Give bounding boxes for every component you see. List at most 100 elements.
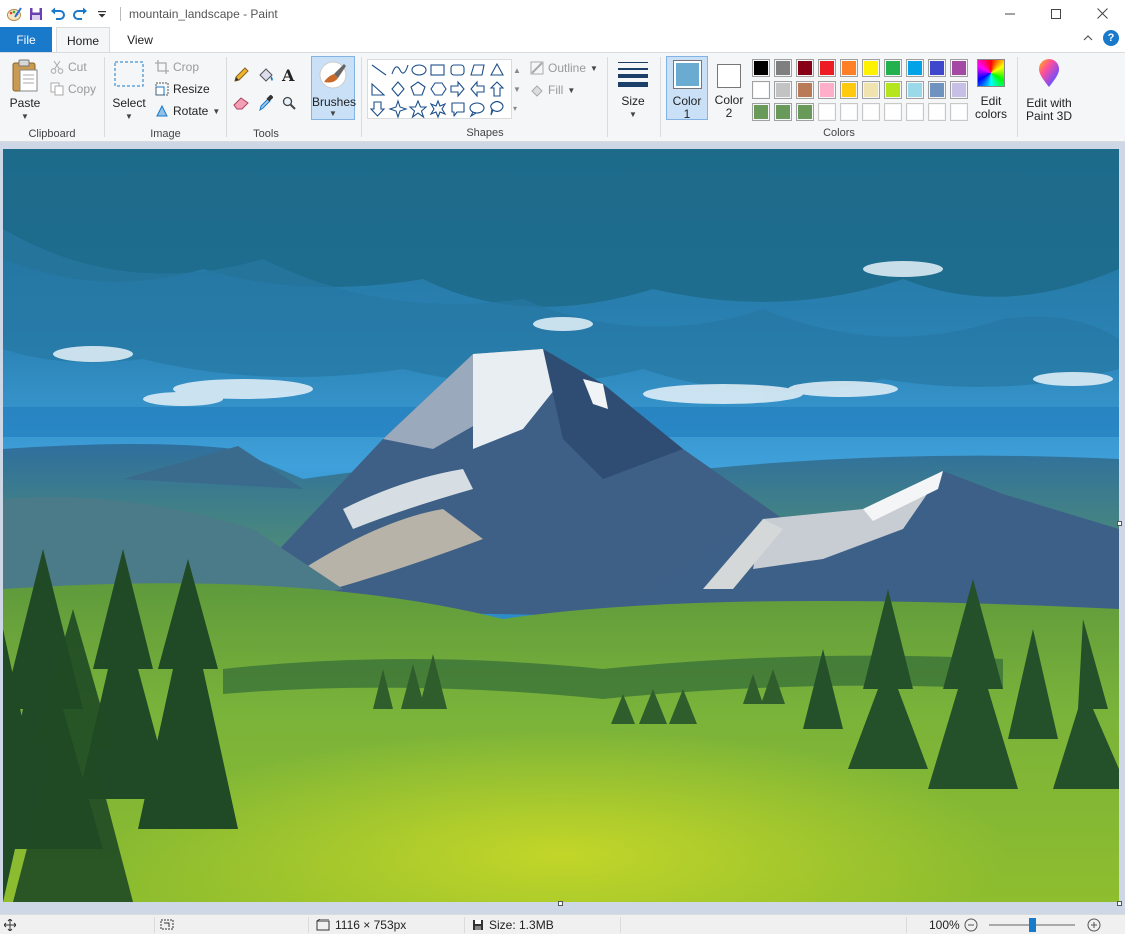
drawing-canvas[interactable]: [3, 149, 1119, 902]
save-icon[interactable]: [26, 4, 46, 24]
crop-icon: [155, 60, 169, 74]
redo-icon[interactable]: [70, 4, 90, 24]
text-tool[interactable]: A: [282, 65, 294, 85]
brushes-button[interactable]: Brushes ▼: [311, 56, 356, 120]
paste-label: Paste: [9, 96, 41, 110]
image-group-label: Image: [150, 128, 181, 140]
brushes-dropdown-icon[interactable]: ▼: [312, 109, 354, 118]
palette-swatch[interactable]: [818, 59, 836, 77]
palette-swatch[interactable]: [840, 59, 858, 77]
paint-app-icon[interactable]: [4, 4, 24, 24]
zoom-out-button[interactable]: [964, 915, 978, 934]
select-dropdown-icon[interactable]: ▼: [125, 110, 133, 123]
palette-swatch[interactable]: [862, 81, 880, 99]
palette-swatch[interactable]: [928, 103, 946, 121]
palette-swatch[interactable]: [796, 103, 814, 121]
cut-button[interactable]: Cut: [50, 57, 87, 77]
palette-swatch-fill: [952, 61, 966, 75]
palette-swatch-fill: [864, 105, 878, 119]
undo-icon[interactable]: [48, 4, 68, 24]
palette-swatch[interactable]: [950, 59, 968, 77]
color2-button[interactable]: Color 2: [709, 56, 749, 120]
rotate-button[interactable]: Rotate ▼: [155, 101, 220, 121]
magnifier-tool[interactable]: [282, 93, 296, 113]
palette-swatch[interactable]: [840, 103, 858, 121]
palette-swatch-fill: [864, 83, 878, 97]
zoom-in-button[interactable]: [1087, 915, 1101, 934]
rotate-dropdown-icon[interactable]: ▼: [212, 107, 220, 116]
palette-swatch[interactable]: [840, 81, 858, 99]
palette-swatch[interactable]: [928, 81, 946, 99]
ribbon-tabs: File Home View ?: [0, 27, 1125, 53]
color1-button[interactable]: Color 1: [666, 56, 708, 121]
edit-colors-button[interactable]: Edit colors: [972, 59, 1010, 121]
palette-swatch[interactable]: [818, 81, 836, 99]
tab-view[interactable]: View: [114, 27, 166, 52]
mountain-landscape-image: [3, 149, 1119, 902]
customize-qat-icon[interactable]: [92, 4, 112, 24]
resize-handle-corner[interactable]: [1117, 901, 1122, 906]
fill-tool[interactable]: [257, 65, 275, 85]
palette-swatch[interactable]: [752, 81, 770, 99]
palette-swatch[interactable]: [796, 81, 814, 99]
palette-swatch-fill: [754, 83, 768, 97]
palette-swatch-fill: [820, 61, 834, 75]
palette-swatch[interactable]: [950, 81, 968, 99]
palette-swatch-fill: [776, 105, 790, 119]
zoom-slider-thumb[interactable]: [1028, 918, 1036, 932]
select-button[interactable]: Select ▼: [111, 59, 147, 123]
shapes-scroll[interactable]: ▲ ▼ ▾: [513, 61, 521, 118]
palette-swatch[interactable]: [884, 81, 902, 99]
select-icon: [114, 61, 144, 87]
fill-dropdown-icon: ▼: [567, 85, 576, 95]
palette-swatch[interactable]: [906, 81, 924, 99]
minimize-icon[interactable]: [987, 0, 1033, 27]
maximize-icon[interactable]: [1033, 0, 1079, 27]
status-bar: 1116 × 753px Size: 1.3MB 100%: [0, 914, 1125, 934]
palette-swatch[interactable]: [818, 103, 836, 121]
palette-swatch-fill: [798, 61, 812, 75]
zoom-level: 100%: [929, 918, 960, 932]
palette-swatch[interactable]: [752, 59, 770, 77]
palette-swatch[interactable]: [884, 103, 902, 121]
palette-swatch[interactable]: [862, 103, 880, 121]
palette-swatch[interactable]: [950, 103, 968, 121]
resize-handle-right[interactable]: [1117, 521, 1122, 526]
size-icon: [618, 62, 648, 87]
zoom-out-icon: [964, 918, 978, 932]
size-dropdown-icon[interactable]: ▼: [629, 108, 637, 121]
ribbon-right-controls: ?: [1083, 30, 1119, 46]
fill-button[interactable]: Fill ▼: [530, 80, 575, 100]
image-group: Select ▼ Crop Resize Rotate ▼ Image: [105, 53, 226, 142]
paste-button[interactable]: Paste ▼: [6, 59, 44, 123]
pencil-tool[interactable]: [233, 65, 249, 85]
palette-swatch[interactable]: [774, 103, 792, 121]
palette-swatch[interactable]: [906, 59, 924, 77]
window-title: mountain_landscape - Paint: [129, 6, 278, 21]
palette-swatch[interactable]: [884, 59, 902, 77]
eraser-tool[interactable]: [233, 93, 249, 113]
resize-handle-bottom[interactable]: [558, 901, 563, 906]
crop-button[interactable]: Crop: [155, 57, 199, 77]
tab-file[interactable]: File: [0, 27, 52, 52]
palette-swatch[interactable]: [928, 59, 946, 77]
palette-swatch[interactable]: [906, 103, 924, 121]
tab-home[interactable]: Home: [56, 27, 110, 53]
palette-swatch[interactable]: [774, 59, 792, 77]
color-picker-tool[interactable]: [259, 93, 273, 113]
resize-button[interactable]: Resize: [155, 79, 210, 99]
edit-with-paint3d-button[interactable]: Edit with Paint 3D: [1022, 59, 1076, 123]
outline-button[interactable]: Outline ▼: [530, 58, 598, 78]
copy-button[interactable]: Copy: [50, 79, 96, 99]
image-dimensions-icon: [316, 919, 330, 931]
palette-swatch[interactable]: [752, 103, 770, 121]
file-size-text: Size: 1.3MB: [489, 918, 554, 932]
palette-swatch[interactable]: [774, 81, 792, 99]
palette-swatch[interactable]: [796, 59, 814, 77]
help-icon[interactable]: ?: [1103, 30, 1119, 46]
palette-swatch[interactable]: [862, 59, 880, 77]
size-button[interactable]: Size ▼: [613, 59, 653, 121]
paste-dropdown-icon[interactable]: ▼: [21, 110, 29, 123]
collapse-ribbon-icon[interactable]: [1083, 31, 1093, 45]
close-icon[interactable]: [1079, 0, 1125, 27]
